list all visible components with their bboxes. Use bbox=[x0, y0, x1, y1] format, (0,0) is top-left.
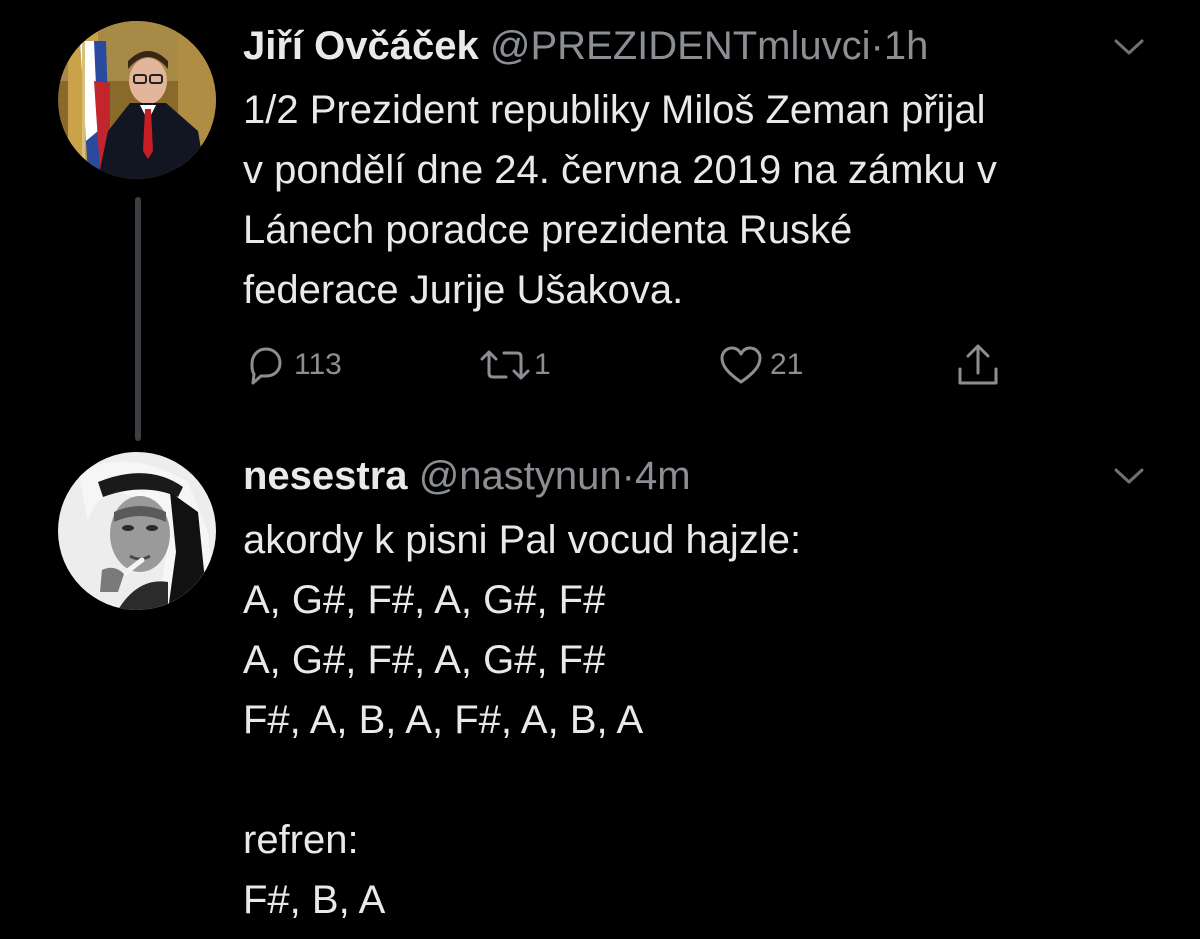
tweet-header: nesestra @nastynun·4m bbox=[243, 452, 691, 500]
tweet-header: Jiří Ovčáček @PREZIDENTmluvci·1h bbox=[243, 22, 928, 70]
tweet-text-line: 1/2 Prezident republiky Miloš Zeman přij… bbox=[243, 88, 986, 132]
author-handle[interactable]: @nastynun bbox=[419, 454, 622, 498]
tweet-text-line: federace Jurije Ušakova. bbox=[243, 268, 684, 312]
retweet-icon bbox=[480, 350, 530, 380]
tweet-text-line: akordy k pisni Pal vocud hajzle: bbox=[243, 518, 802, 562]
tweet-text-line: Lánech poradce prezidenta Ruské bbox=[243, 208, 853, 252]
author-handle[interactable]: @PREZIDENTmluvci bbox=[490, 24, 871, 68]
like-count: 21 bbox=[770, 348, 804, 381]
author-name[interactable]: nesestra bbox=[243, 454, 408, 498]
reply-count: 113 bbox=[294, 348, 342, 381]
author-avatar[interactable] bbox=[58, 452, 216, 610]
share-button[interactable] bbox=[954, 343, 1002, 387]
tweet[interactable]: nesestra @nastynun·4m akordy k pisni Pal… bbox=[0, 440, 1200, 939]
chevron-down-icon[interactable] bbox=[1113, 37, 1145, 57]
tweet-text-line bbox=[243, 750, 1163, 810]
like-button[interactable]: 21 bbox=[718, 343, 803, 387]
author-name[interactable]: Jiří Ovčáček bbox=[243, 24, 479, 68]
reply-button[interactable]: 113 bbox=[244, 343, 342, 387]
retweet-button[interactable]: 1 bbox=[478, 343, 551, 387]
tweet-text-line: F#, B, A bbox=[243, 878, 386, 922]
share-icon bbox=[958, 344, 998, 385]
tweet-text-line: F#, A, B, A, F#, A, B, A bbox=[243, 698, 644, 742]
person-avatar-icon bbox=[58, 21, 216, 179]
tweet-text: 1/2 Prezident republiky Miloš Zeman přij… bbox=[243, 80, 1163, 320]
tweet-text-line: v pondělí dne 24. června 2019 na zámku v bbox=[243, 148, 997, 192]
chevron-down-icon[interactable] bbox=[1113, 466, 1145, 486]
timestamp[interactable]: 4m bbox=[635, 454, 691, 498]
tweet[interactable]: Jiří Ovčáček @PREZIDENTmluvci·1h 1/2 Pre… bbox=[0, 0, 1200, 440]
reply-icon bbox=[250, 347, 282, 385]
separator-dot: · bbox=[621, 454, 635, 498]
thread-connector-line bbox=[135, 197, 141, 441]
tweet-text-line: refren: bbox=[243, 818, 359, 862]
separator-dot: · bbox=[870, 24, 884, 68]
person-avatar-icon bbox=[58, 452, 216, 610]
tweet-text-line: A, G#, F#, A, G#, F# bbox=[243, 638, 606, 682]
tweet-text-line: A, G#, F#, A, G#, F# bbox=[243, 578, 606, 622]
tweet-text: akordy k pisni Pal vocud hajzle: A, G#, … bbox=[243, 510, 1163, 930]
author-avatar[interactable] bbox=[58, 21, 216, 179]
timestamp[interactable]: 1h bbox=[884, 24, 929, 68]
heart-icon bbox=[720, 346, 762, 384]
retweet-count: 1 bbox=[534, 348, 551, 381]
